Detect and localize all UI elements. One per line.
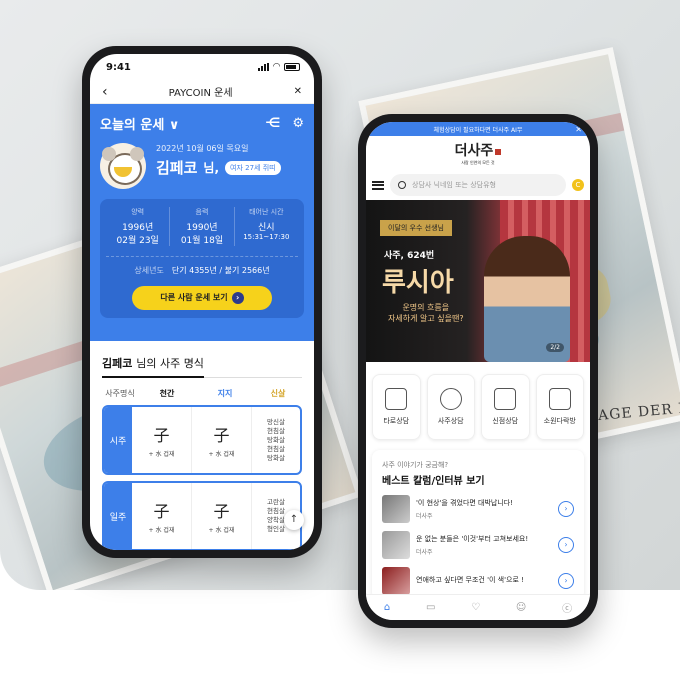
phone-left: 9:41 ◠ ‹ PAYCOIN 운세 ✕ 오늘의 운세 ∨ ⋲ ⚙ 2022년… <box>82 46 322 558</box>
thumbnail <box>382 495 410 523</box>
carousel-page: 2/2 <box>546 343 564 352</box>
menu-icon[interactable] <box>372 180 384 190</box>
nav-bar: ‹ PAYCOIN 운세 ✕ <box>90 80 314 104</box>
age-badge: 여자 27세 쥐띠 <box>225 160 281 175</box>
hero-desc: 운명의 흐름을 자세하게 알고 싶을땐? <box>388 303 464 323</box>
chat-icon[interactable]: ▭ <box>426 602 435 613</box>
counselor-name: 루시아 <box>382 268 454 298</box>
promo-banner[interactable]: 체험상담이 필요하다면 더사주 AI무 ✕ <box>366 122 590 136</box>
fortune-header: 오늘의 운세 ∨ ⋲ ⚙ <box>100 114 304 133</box>
avatar <box>100 143 146 189</box>
share-icon[interactable]: ⋲ <box>265 116 280 131</box>
status-time: 9:41 <box>106 61 131 73</box>
fan-icon <box>494 388 517 410</box>
category-saju[interactable]: 사주상담 <box>426 374 475 440</box>
search-icon <box>398 181 406 189</box>
thumbnail <box>382 531 410 559</box>
signal-icon <box>258 63 270 71</box>
hero-subtitle: 사주, 624번 <box>384 251 435 261</box>
category-sinjeom[interactable]: 신점상담 <box>481 374 530 440</box>
saju-table-header: 사주명식 천간 지지 신살 <box>105 389 286 398</box>
saju-title: 김페코 님의 사주 명식 <box>102 355 302 378</box>
status-bar: 9:41 ◠ <box>90 54 314 80</box>
heart-icon[interactable]: ♡ <box>471 602 480 613</box>
coin-tab-icon[interactable]: ⓒ <box>562 600 572 615</box>
solar-birth: 양력 1996년 02월 23일 <box>106 207 171 246</box>
birth-info-box: 양력 1996년 02월 23일 음력 1990년 01월 18일 태어난 시간… <box>100 199 304 318</box>
wifi-icon: ◠ <box>273 62 280 72</box>
best-columns: 사주 이야기가 궁금해? 베스트 칼럼/인터뷰 보기 '이 현상'을 겪었다면 … <box>372 450 584 600</box>
close-icon[interactable]: ✕ <box>294 86 302 97</box>
coin-icon[interactable]: C <box>572 179 584 191</box>
best-question: 사주 이야기가 궁금해? <box>382 461 449 469</box>
best-title: 베스트 칼럼/인터뷰 보기 <box>382 476 485 487</box>
category-tarot[interactable]: 타로상담 <box>372 374 421 440</box>
logo[interactable]: 더사주 사람 인연의 모든 것 <box>366 136 590 170</box>
user-icon[interactable]: ☺ <box>516 602 526 613</box>
thumbnail <box>382 567 410 595</box>
saju-row[interactable]: 시주 子 + 水 겁재 子 + 水 겁재 망신살 현침살 탕화살 현침살 탕화살 <box>102 405 302 475</box>
other-fortune-button[interactable]: 다른 사람 운세 보기 › <box>132 286 272 310</box>
hero-tag: 이달의 우수 선생님 <box>380 220 452 236</box>
birth-hour: 태어난 시간 신시 15:31~17:30 <box>243 208 290 241</box>
detail-year: 상세년도 단기 4355년 / 불기 2566년 <box>106 256 298 276</box>
back-icon[interactable]: ‹ <box>102 84 108 100</box>
today-date: 2022년 10월 06일 목요일 <box>156 144 249 153</box>
search-bar: 상담사 닉네임 또는 상담유형 C <box>366 170 590 200</box>
system-icons: ◠ <box>258 62 300 72</box>
category-list: 타로상담 사주상담 신점상담 소원다락방 <box>366 362 590 440</box>
chevron-right-icon[interactable]: › <box>558 537 574 553</box>
fortune-panel: 오늘의 운세 ∨ ⋲ ⚙ 2022년 10월 06일 목요일 김페코 님, 여자… <box>90 104 314 341</box>
chevron-right-icon[interactable]: › <box>558 501 574 517</box>
saju-section: 김페코 님의 사주 명식 사주명식 천간 지지 신살 시주 子 + 水 겁재 子 +… <box>90 341 314 550</box>
hero-banner[interactable]: 이달의 우수 선생님 사주, 624번 루시아 운명의 흐름을 자세하게 알고 싶… <box>366 200 590 362</box>
chevron-right-icon[interactable]: › <box>558 573 574 589</box>
profile: 2022년 10월 06일 목요일 김페코 님, 여자 27세 쥐띠 <box>100 143 304 189</box>
tab-bar: ⌂ ▭ ♡ ☺ ⓒ <box>366 594 590 620</box>
stage: AGE DER K 9:41 ◠ ‹ PAYCOIN 운세 ✕ 오늘의 운세 ∨ <box>0 0 680 691</box>
category-wish[interactable]: 소원다락방 <box>535 374 584 440</box>
fortune-title-dropdown[interactable]: 오늘의 운세 ∨ <box>100 114 179 133</box>
list-item[interactable]: '이 현상'을 겪었다면 대박납니다! 더사주 › <box>382 495 574 523</box>
phone-right: 체험상담이 필요하다면 더사주 AI무 ✕ 더사주 사람 인연의 모든 것 상담사… <box>358 114 598 628</box>
phone-left-screen: 9:41 ◠ ‹ PAYCOIN 운세 ✕ 오늘의 운세 ∨ ⋲ ⚙ 2022년… <box>90 54 314 550</box>
saju-row[interactable]: 일주 子 + 水 겁재 子 + 水 겁재 고란살 현침살 양착살 형인살 <box>102 481 302 550</box>
user-name: 김페코 <box>156 159 198 177</box>
battery-icon <box>284 63 300 71</box>
list-item[interactable]: 운 없는 분들은 '이것'부터 고쳐보세요! 더사주 › <box>382 531 574 559</box>
gear-icon[interactable]: ⚙ <box>292 116 304 131</box>
list-item[interactable]: 연애하고 싶다면 무조건 '이 색'으로 ! › <box>382 567 574 595</box>
home-icon[interactable]: ⌂ <box>384 602 390 613</box>
nav-title: PAYCOIN 운세 <box>168 88 233 99</box>
lunar-birth: 음력 1990년 01월 18일 <box>170 207 235 246</box>
box-icon <box>548 388 571 410</box>
arrow-right-icon: › <box>231 292 244 304</box>
close-icon[interactable]: ✕ <box>575 125 582 134</box>
scroll-top-button[interactable]: ↑ <box>284 510 304 530</box>
phone-right-screen: 체험상담이 필요하다면 더사주 AI무 ✕ 더사주 사람 인연의 모든 것 상담사… <box>366 122 590 620</box>
user-name-suffix: 님, <box>203 161 220 175</box>
yin-yang-icon <box>439 388 462 410</box>
search-input[interactable]: 상담사 닉네임 또는 상담유형 <box>390 174 566 196</box>
tarot-cards-icon <box>385 388 408 410</box>
